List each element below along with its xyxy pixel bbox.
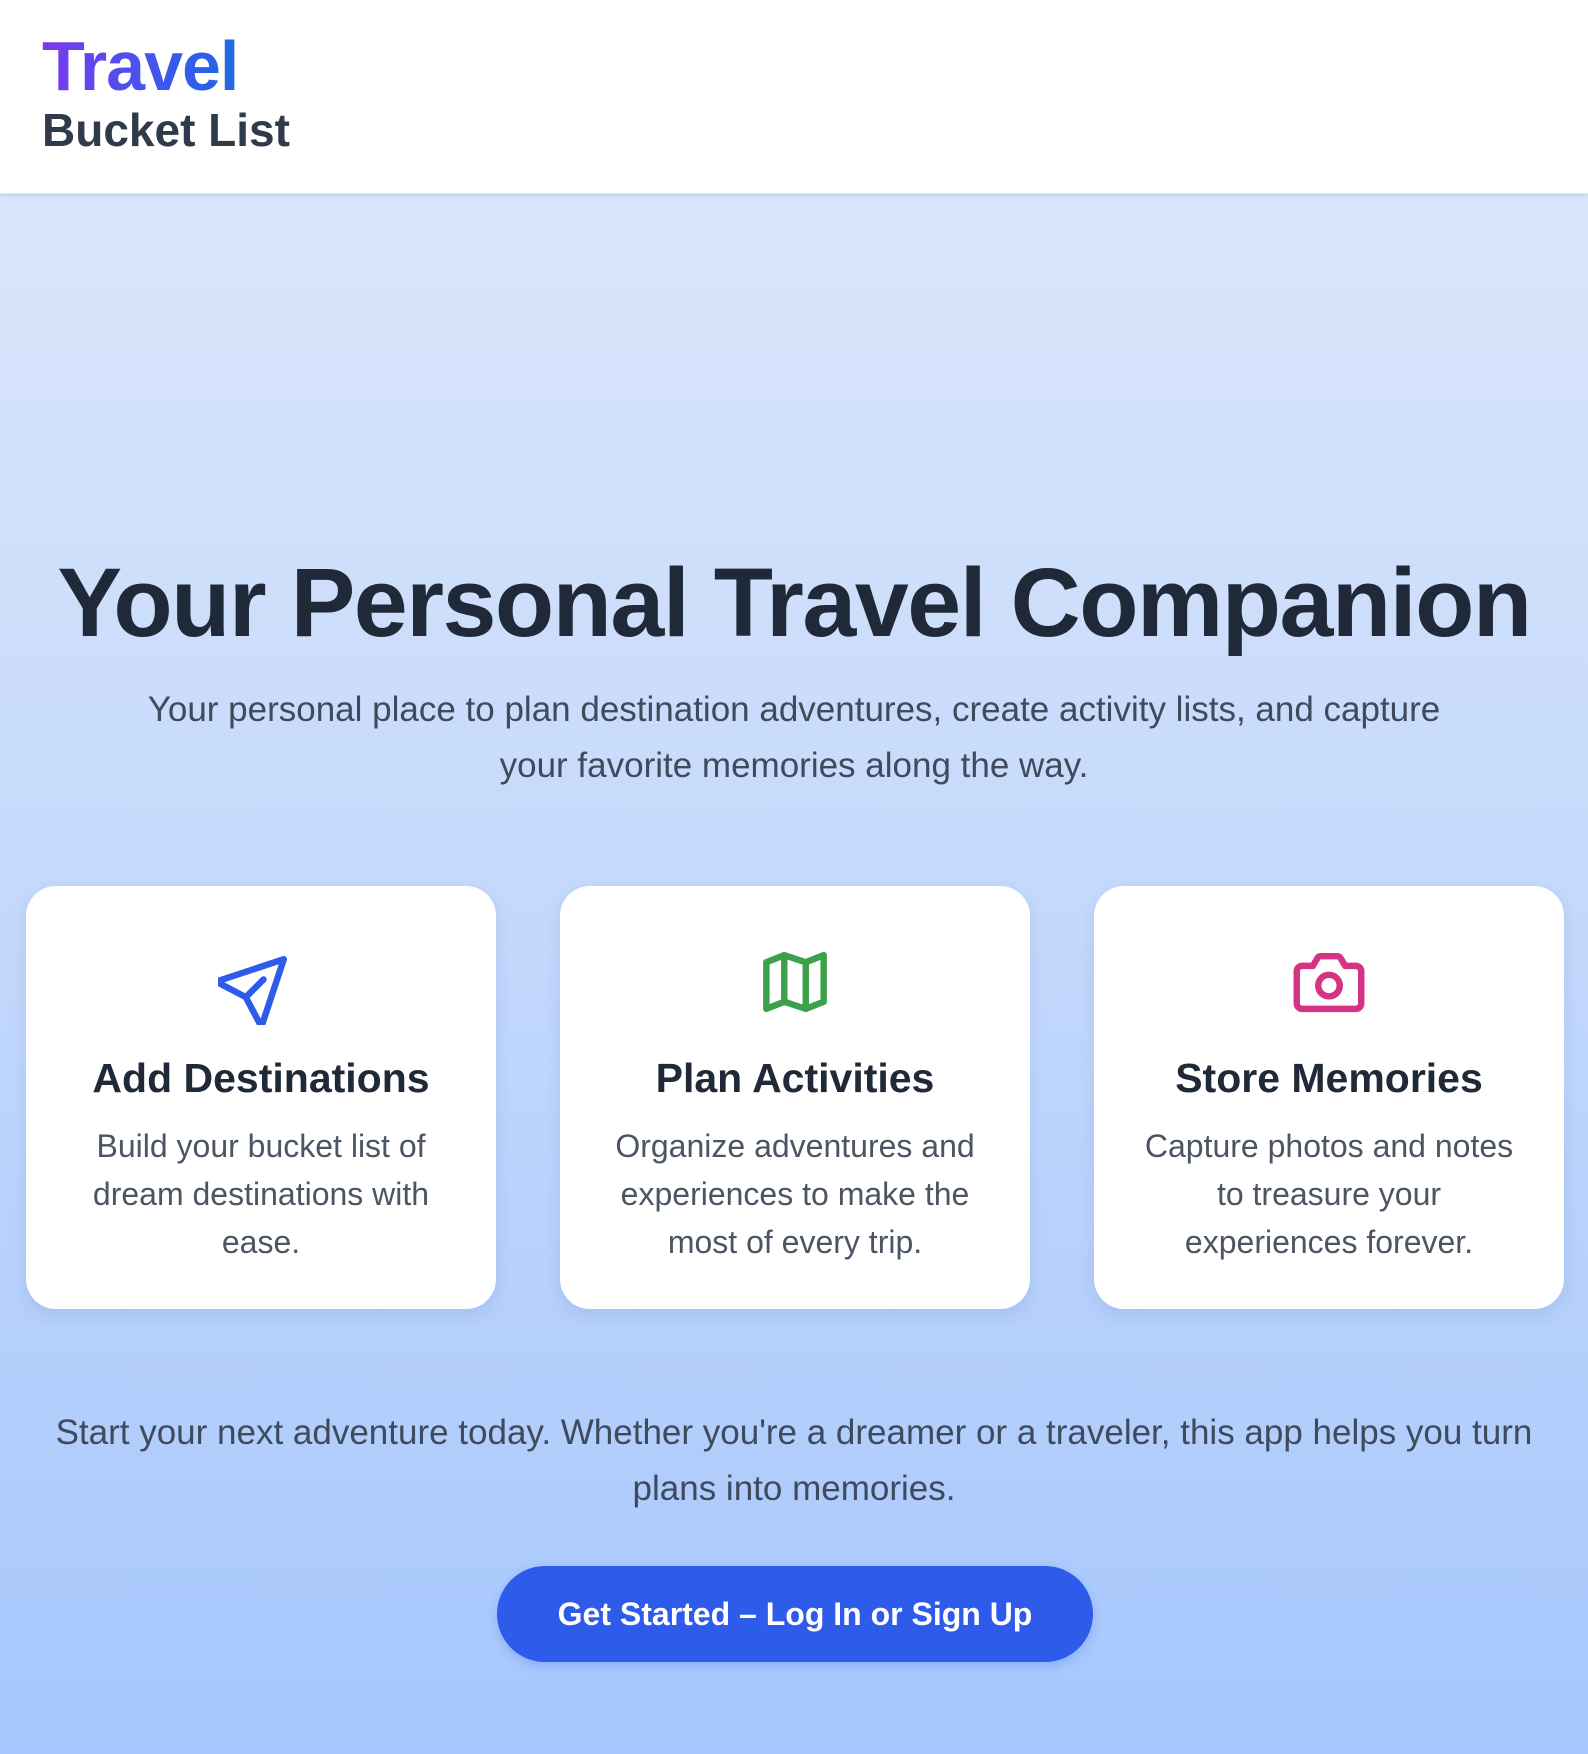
feature-card-store-memories: Store Memories Capture photos and notes … [1094,886,1564,1309]
brand-logo[interactable]: Travel Bucket List [42,26,290,156]
brand-subtitle: Bucket List [42,104,290,156]
feature-title: Store Memories [1175,1055,1483,1101]
feature-title: Plan Activities [655,1055,935,1101]
camera-icon [1094,939,1564,1025]
map-icon [560,939,1030,1025]
page-title: Your Personal Travel Companion [57,548,1532,657]
site-header: Travel Bucket List [0,0,1588,194]
hero-subtitle: Your personal place to plan destination … [147,690,1441,785]
feature-description: Organize adventures and experiences to m… [615,1128,975,1260]
cta-text: Start your next adventure today. Whether… [55,1413,1533,1508]
feature-card-add-destinations: Add Destinations Build your bucket list … [26,886,496,1309]
get-started-button[interactable]: Get Started – Log In or Sign Up [497,1566,1093,1662]
brand-title: Travel [42,26,290,106]
feature-card-plan-activities: Plan Activities Organize adventures and … [560,886,1030,1309]
feature-title: Add Destinations [92,1055,430,1101]
feature-description: Capture photos and notes to treasure you… [1144,1128,1514,1260]
feature-description: Build your bucket list of dream destinat… [92,1128,430,1260]
airplane-icon [26,939,496,1025]
